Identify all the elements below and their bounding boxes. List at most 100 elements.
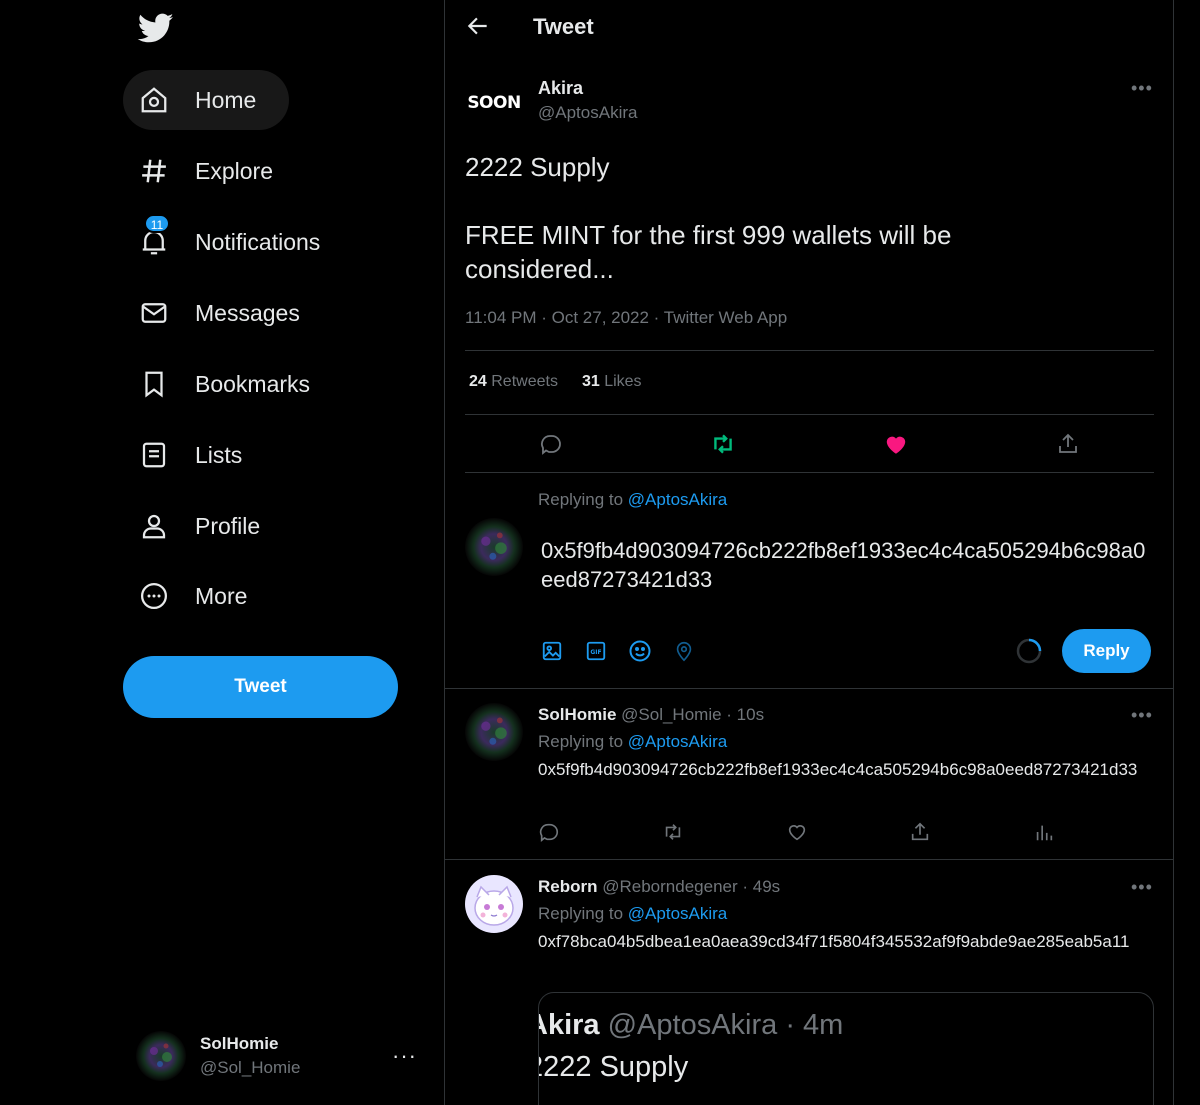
reply-header: SolHomie @Sol_Homie · 10s: [538, 705, 764, 725]
divider: [445, 688, 1173, 689]
like-icon[interactable]: [881, 429, 911, 459]
nav-label: Explore: [195, 157, 273, 184]
nav-label: Messages: [195, 299, 300, 326]
location-icon[interactable]: [670, 637, 698, 665]
retweet-icon[interactable]: [708, 429, 738, 459]
share-icon[interactable]: [1053, 429, 1083, 459]
bell-icon: 11: [137, 214, 171, 259]
quoted-tweet[interactable]: Akira @AptosAkira · 4m 2222 Supply: [538, 992, 1154, 1105]
list-icon: [137, 438, 171, 472]
more-dots-icon[interactable]: •••: [1131, 78, 1153, 99]
reply-header: Reborn @Reborndegener · 49s: [538, 877, 780, 897]
account-handle: @Sol_Homie: [200, 1058, 301, 1077]
retweets-label: Retweets: [491, 373, 558, 390]
reply-icon[interactable]: [536, 429, 566, 459]
divider: [465, 472, 1154, 473]
reply-icon[interactable]: [534, 817, 564, 847]
gif-icon[interactable]: GIF: [582, 637, 610, 665]
envelope-icon: [137, 296, 171, 330]
likes-label: Likes: [604, 373, 642, 390]
person-icon: [137, 509, 171, 543]
replying-to: Replying to @AptosAkira: [538, 732, 727, 752]
account-name: SolHomie: [200, 1034, 279, 1053]
nav-label: More: [195, 582, 248, 609]
tweet-button[interactable]: Tweet: [123, 656, 398, 718]
nav-more[interactable]: More: [123, 566, 280, 626]
emoji-icon[interactable]: [626, 637, 654, 665]
sidebar: Home Explore 11 Notifications Messages B…: [0, 0, 444, 1105]
reply-author-name[interactable]: SolHomie: [538, 705, 616, 724]
page-title: Tweet: [533, 14, 594, 39]
reply-text: 0xf78bca04b5dbea1ea0aea39cd34f71f5804f34…: [538, 932, 1130, 951]
quote-author-name: Akira: [539, 1009, 600, 1041]
replying-to: Replying to @AptosAkira: [538, 904, 727, 924]
nav-label: Bookmarks: [195, 370, 311, 397]
notification-badge: 11: [144, 214, 170, 233]
analytics-icon[interactable]: [1029, 817, 1059, 847]
replying-handle-link[interactable]: @AptosAkira: [628, 490, 727, 509]
nav-explore[interactable]: Explore: [123, 141, 306, 201]
avatar-text: SOON: [467, 93, 521, 113]
avatar[interactable]: [465, 518, 523, 576]
nav-bookmarks[interactable]: Bookmarks: [123, 354, 343, 414]
replying-handle-link[interactable]: @AptosAkira: [628, 732, 727, 751]
more-dots-icon[interactable]: •••: [1131, 877, 1153, 898]
image-icon[interactable]: [538, 637, 566, 665]
nav-label: Notifications: [195, 228, 321, 255]
reply-author-handle[interactable]: @Sol_Homie: [621, 705, 721, 724]
reply-time[interactable]: · 10s: [726, 705, 764, 724]
svg-text:GIF: GIF: [590, 649, 601, 656]
nav-profile[interactable]: Profile: [123, 496, 293, 556]
main-column: Tweet SOON Akira @AptosAkira ••• 2222 Su…: [444, 0, 1174, 1105]
reply-time[interactable]: · 49s: [742, 877, 780, 896]
divider: [465, 414, 1154, 415]
back-arrow-icon[interactable]: [465, 13, 491, 39]
more-dots-icon[interactable]: ···: [392, 1043, 417, 1069]
twitter-bird-icon[interactable]: [137, 10, 175, 46]
reply-text: 0x5f9fb4d903094726cb222fb8ef1933ec4c4ca5…: [538, 760, 1138, 779]
tweet-timestamp[interactable]: 11:04 PM · Oct 27, 2022 · Twitter Web Ap…: [465, 308, 787, 328]
reply-author-name[interactable]: Reborn: [538, 877, 598, 896]
reply-textarea[interactable]: 0x5f9fb4d903094726cb222fb8ef1933ec4c4ca5…: [541, 536, 1156, 594]
likes-count: 31: [581, 373, 600, 390]
replying-handle-link[interactable]: @AptosAkira: [628, 904, 727, 923]
avatar[interactable]: [465, 703, 523, 761]
avatar[interactable]: [465, 875, 523, 933]
nav-label: Profile: [195, 512, 261, 539]
tweet-stats: 24 Retweets 31 Likes: [469, 373, 642, 391]
more-circle-icon: [137, 579, 171, 613]
nav-notifications[interactable]: 11 Notifications: [123, 212, 353, 272]
author-name[interactable]: Akira: [538, 78, 583, 99]
nav-label: Lists: [195, 441, 243, 468]
nav-label: Home: [195, 86, 257, 113]
author-avatar[interactable]: SOON: [465, 74, 523, 132]
char-count-ring-icon: [1016, 638, 1042, 664]
retweets-stat[interactable]: 24 Retweets: [469, 373, 558, 391]
likes-stat[interactable]: 31 Likes: [582, 373, 642, 391]
hashtag-icon: [137, 154, 171, 188]
divider: [465, 350, 1154, 351]
like-icon[interactable]: [782, 817, 812, 847]
account-switcher[interactable]: SolHomie @Sol_Homie ···: [136, 1030, 421, 1082]
nav-home[interactable]: Home: [123, 70, 290, 130]
nav-lists[interactable]: Lists: [123, 425, 275, 485]
reply-button[interactable]: Reply: [1062, 629, 1151, 673]
page-header: Tweet: [445, 0, 1173, 54]
share-icon[interactable]: [905, 817, 935, 847]
author-handle[interactable]: @AptosAkira: [538, 103, 637, 123]
avatar: [136, 1031, 186, 1081]
more-dots-icon[interactable]: •••: [1131, 705, 1153, 726]
retweet-icon[interactable]: [658, 817, 688, 847]
quote-header: Akira @AptosAkira · 4m: [539, 1009, 844, 1042]
quote-time: · 4m: [785, 1009, 844, 1041]
home-icon: [137, 83, 171, 117]
nav-messages[interactable]: Messages: [123, 283, 333, 343]
bookmark-icon: [137, 367, 171, 401]
replying-prefix: Replying to: [538, 490, 624, 509]
reply-author-handle[interactable]: @Reborndegener: [602, 877, 737, 896]
retweets-count: 24: [469, 373, 487, 390]
quote-author-handle: @AptosAkira: [607, 1009, 778, 1041]
tweet-text: 2222 Supply FREE MINT for the first 999 …: [465, 152, 952, 284]
replying-to: Replying to @AptosAkira: [538, 490, 727, 510]
quote-text: 2222 Supply: [538, 1051, 689, 1083]
